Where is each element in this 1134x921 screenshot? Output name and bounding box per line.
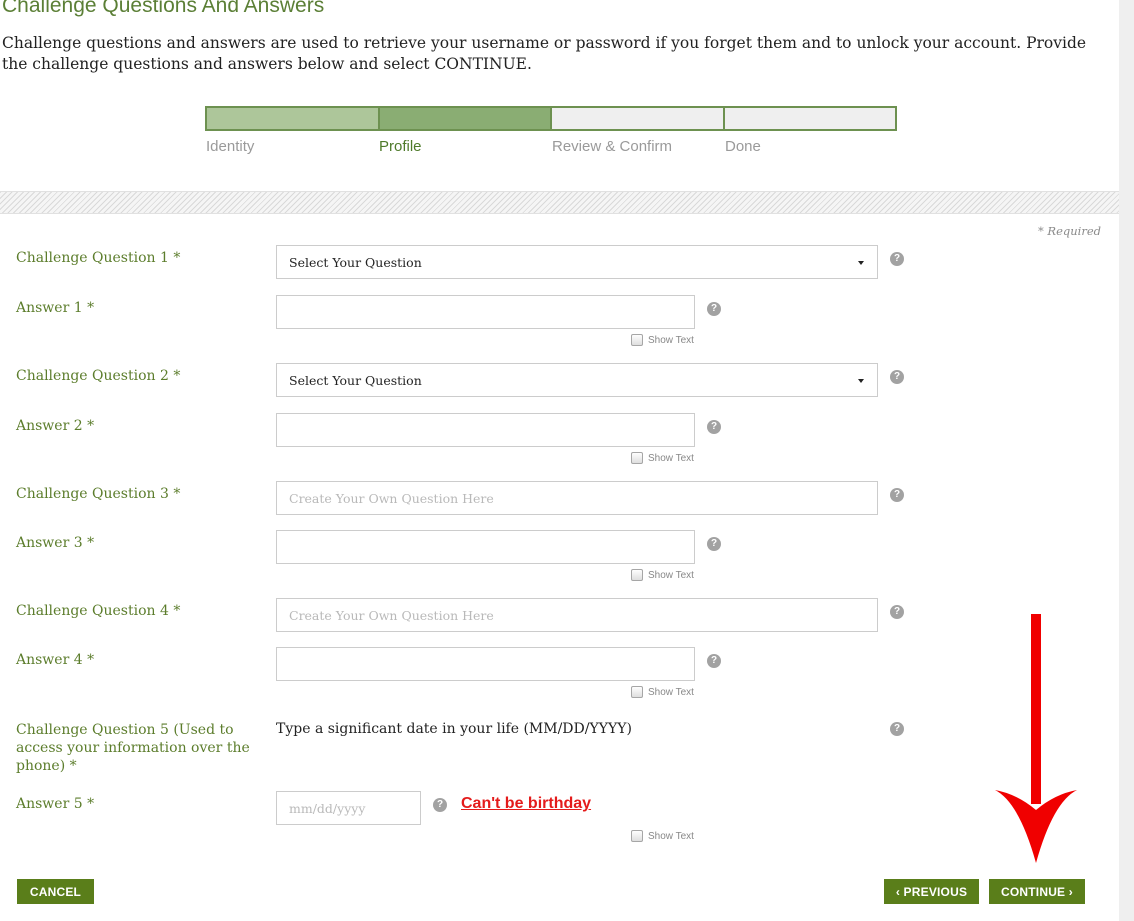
answer-2-label: Answer 2 * [16, 418, 95, 434]
challenge-question-3-placeholder: Create Your Own Question Here [289, 490, 494, 506]
required-note: * Required [1038, 224, 1101, 238]
progress-bar [205, 106, 897, 131]
challenge-question-3-label: Challenge Question 3 * [16, 486, 181, 502]
challenge-question-1-label: Challenge Question 1 * [16, 250, 181, 266]
help-icon[interactable]: ? [890, 722, 904, 736]
help-icon[interactable]: ? [890, 252, 904, 266]
challenge-question-3-input[interactable]: Create Your Own Question Here [276, 481, 878, 515]
section-divider [0, 191, 1119, 214]
help-icon[interactable]: ? [707, 654, 721, 668]
show-text-checkbox[interactable] [631, 830, 643, 842]
challenge-question-4-placeholder: Create Your Own Question Here [289, 607, 494, 623]
show-text-checkbox[interactable] [631, 569, 643, 581]
answer-5-label: Answer 5 * [16, 796, 95, 812]
help-icon[interactable]: ? [707, 302, 721, 316]
show-text-label: Show Text [648, 569, 694, 581]
annotation-cant-be-birthday: Can't be birthday [461, 795, 592, 812]
step-label-review-confirm: Review & Confirm [552, 138, 673, 155]
previous-button[interactable]: ‹ PREVIOUS [884, 879, 979, 904]
show-text-label: Show Text [648, 334, 694, 346]
step-label-identity: Identity [206, 138, 255, 155]
intro-text: Challenge questions and answers are used… [2, 34, 1087, 73]
help-icon[interactable]: ? [433, 798, 447, 812]
challenge-question-5-text: Type a significant date in your life (MM… [276, 721, 632, 737]
answer-4-input[interactable] [276, 647, 695, 681]
progress-segment-profile [379, 108, 552, 129]
show-text-label: Show Text [648, 830, 694, 842]
page-title: Challenge Questions And Answers [2, 0, 325, 17]
continue-button[interactable]: CONTINUE › [989, 879, 1085, 904]
progress-segment-identity [207, 108, 380, 129]
challenge-question-2-select[interactable]: Select Your Question [276, 363, 878, 397]
show-text-toggle-3[interactable]: Show Text [631, 569, 694, 581]
answer-4-label: Answer 4 * [16, 652, 95, 668]
challenge-question-1-select[interactable]: Select Your Question [276, 245, 878, 279]
show-text-toggle-2[interactable]: Show Text [631, 452, 694, 464]
show-text-label: Show Text [648, 686, 694, 698]
challenge-question-5-label: Challenge Question 5 (Used to access you… [16, 722, 250, 774]
challenge-question-4-input[interactable]: Create Your Own Question Here [276, 598, 878, 632]
answer-1-input[interactable] [276, 295, 695, 329]
answer-1-label: Answer 1 * [16, 300, 95, 316]
show-text-toggle-5[interactable]: Show Text [631, 830, 694, 842]
chevron-down-icon [858, 379, 864, 383]
show-text-checkbox[interactable] [631, 686, 643, 698]
help-icon[interactable]: ? [707, 537, 721, 551]
cancel-button[interactable]: CANCEL [17, 879, 94, 904]
challenge-question-2-label: Challenge Question 2 * [16, 368, 181, 384]
answer-5-placeholder: mm/dd/yyyy [289, 800, 366, 816]
help-icon[interactable]: ? [707, 420, 721, 434]
show-text-toggle-4[interactable]: Show Text [631, 686, 694, 698]
step-label-profile: Profile [379, 138, 422, 155]
answer-3-input[interactable] [276, 530, 695, 564]
step-label-done: Done [725, 138, 761, 155]
answer-5-date-input[interactable]: mm/dd/yyyy [276, 791, 421, 825]
show-text-label: Show Text [648, 452, 694, 464]
chevron-down-icon [858, 261, 864, 265]
challenge-question-1-value: Select Your Question [289, 254, 422, 270]
help-icon[interactable]: ? [890, 370, 904, 384]
show-text-checkbox[interactable] [631, 452, 643, 464]
right-scroll-rail [1119, 0, 1134, 921]
progress-segment-review [552, 108, 725, 129]
challenge-question-4-label: Challenge Question 4 * [16, 603, 181, 619]
challenge-question-2-value: Select Your Question [289, 372, 422, 388]
show-text-checkbox[interactable] [631, 334, 643, 346]
red-arrow-annotation [995, 614, 1077, 863]
show-text-toggle-1[interactable]: Show Text [631, 334, 694, 346]
help-icon[interactable]: ? [890, 605, 904, 619]
progress-segment-done [724, 108, 895, 129]
help-icon[interactable]: ? [890, 488, 904, 502]
answer-2-input[interactable] [276, 413, 695, 447]
answer-3-label: Answer 3 * [16, 535, 95, 551]
